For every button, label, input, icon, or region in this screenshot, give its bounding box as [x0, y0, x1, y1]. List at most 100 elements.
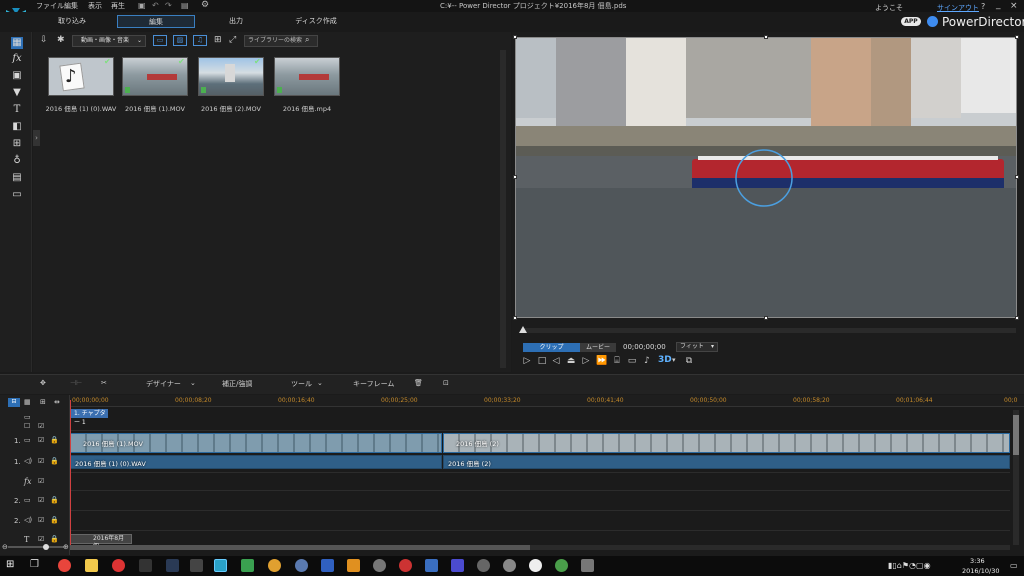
- audio-clip-2[interactable]: 2016 佃島 (2): [443, 455, 1010, 469]
- app-icon[interactable]: [503, 559, 516, 572]
- audio-mixing-icon[interactable]: ⊞: [11, 138, 23, 150]
- notification-icon[interactable]: ▭: [1010, 561, 1018, 570]
- app-badge[interactable]: APP: [901, 17, 921, 26]
- 3d-mode-button[interactable]: 3D: [658, 355, 672, 365]
- app-icon[interactable]: [321, 559, 334, 572]
- track-enable-checkbox[interactable]: ☑: [38, 436, 44, 444]
- close-button[interactable]: ×: [1010, 1, 1018, 11]
- library-item-video-2[interactable]: ✔: [198, 57, 264, 96]
- library-item-audio[interactable]: ♪ ✔: [48, 57, 114, 96]
- lock-icon[interactable]: 🔒: [50, 457, 59, 465]
- preview-quality-icon[interactable]: ▭: [627, 356, 637, 366]
- file-explorer-icon[interactable]: [85, 559, 98, 572]
- settings-gear-icon[interactable]: ⚙: [201, 0, 209, 10]
- save-icon[interactable]: ▣: [138, 1, 146, 10]
- next-frame-icon[interactable]: ▷: [581, 356, 591, 366]
- particle-room-icon[interactable]: ▼: [11, 87, 23, 99]
- title-room-icon[interactable]: T: [11, 104, 23, 116]
- app-icon[interactable]: [555, 559, 568, 572]
- track-enable-checkbox[interactable]: ☑: [38, 457, 44, 465]
- resize-handle[interactable]: [513, 175, 517, 179]
- timeline-zoom-slider[interactable]: [8, 546, 64, 548]
- tab-capture[interactable]: 取り込み: [36, 15, 108, 28]
- timecode-display[interactable]: 00;00;00;00: [623, 343, 666, 351]
- fix-enhance-button[interactable]: 補正/強調: [222, 379, 252, 389]
- app-icon[interactable]: [425, 559, 438, 572]
- taskbar-clock-time[interactable]: 3:36: [970, 557, 985, 565]
- resize-handle[interactable]: [764, 316, 768, 320]
- chapter-room-icon[interactable]: ▤: [11, 172, 23, 184]
- snapshot-camera-icon[interactable]: ⌸: [612, 356, 622, 366]
- app-icon[interactable]: [241, 559, 254, 572]
- app-icon[interactable]: [295, 559, 308, 572]
- undo-icon[interactable]: ↶: [152, 1, 159, 10]
- app-icon[interactable]: [399, 559, 412, 572]
- chapter-marker[interactable]: 1. チャプター 1: [71, 409, 108, 426]
- search-icon[interactable]: ⌕: [305, 35, 309, 45]
- storyboard-view-icon[interactable]: ▦: [24, 398, 31, 406]
- app-icon[interactable]: [581, 559, 594, 572]
- import-media-icon[interactable]: ⇩: [40, 35, 48, 45]
- volume-icon[interactable]: ♪: [642, 356, 652, 366]
- transition-room-icon[interactable]: ◧: [11, 121, 23, 133]
- previous-frame-icon[interactable]: ◁: [551, 356, 561, 366]
- track-enable-checkbox[interactable]: ☑: [38, 516, 44, 524]
- fast-forward-icon[interactable]: ⏩: [596, 356, 607, 366]
- menu-view[interactable]: 表示: [88, 1, 102, 11]
- app-icon[interactable]: [112, 559, 125, 572]
- tray-icons[interactable]: ▮▯⌂⚑◔▢◉: [888, 561, 931, 570]
- timeline-view-icon[interactable]: ⊟: [8, 398, 20, 407]
- lock-icon[interactable]: 🔒: [50, 516, 59, 524]
- lock-icon[interactable]: 🔒: [50, 436, 59, 444]
- media-room-icon[interactable]: ▦: [11, 37, 23, 49]
- track-enable-checkbox[interactable]: ☑: [38, 477, 44, 485]
- help-button[interactable]: ?: [981, 2, 985, 11]
- resize-handle[interactable]: [513, 35, 517, 39]
- keyframe-button[interactable]: キーフレーム: [353, 379, 394, 389]
- windows-start-icon[interactable]: ⊞: [6, 559, 14, 570]
- resize-handle[interactable]: [1015, 175, 1019, 179]
- track-enable-checkbox[interactable]: ☑: [38, 535, 44, 543]
- app-icon[interactable]: [373, 559, 386, 572]
- more-features-icon[interactable]: ⊡: [443, 379, 449, 387]
- pip-room-icon[interactable]: ▣: [11, 70, 23, 82]
- app-icon[interactable]: [451, 559, 464, 572]
- plugins-icon[interactable]: ✱: [57, 35, 65, 45]
- redo-icon[interactable]: ↷: [165, 1, 172, 10]
- library-scrollbar[interactable]: [500, 50, 506, 368]
- app-icon[interactable]: [190, 559, 203, 572]
- chevron-down-icon[interactable]: ⌄: [317, 379, 323, 387]
- audio-filter-icon[interactable]: ♫: [193, 35, 207, 46]
- taskbar-clock-date[interactable]: 2016/10/30: [962, 567, 999, 575]
- video-clip-2[interactable]: 2016 佃島 (2): [443, 433, 1010, 453]
- split-scissors-icon[interactable]: ✂: [101, 379, 107, 387]
- scrub-knob[interactable]: [519, 326, 527, 333]
- chevron-down-icon[interactable]: ▾: [672, 356, 676, 364]
- library-item-video-3[interactable]: [274, 57, 340, 96]
- movie-mode-button[interactable]: ムービー: [580, 343, 616, 352]
- designer-button[interactable]: デザイナー: [146, 379, 181, 389]
- preview-scrub-bar[interactable]: [522, 328, 1016, 333]
- menu-file[interactable]: ファイル: [36, 1, 64, 11]
- subtitle-room-icon[interactable]: ▭: [11, 189, 23, 201]
- effects-room-icon[interactable]: fx: [11, 53, 23, 65]
- resize-handle[interactable]: [513, 316, 517, 320]
- track-enable-checkbox[interactable]: ☑: [38, 496, 44, 504]
- resize-handle[interactable]: [1015, 35, 1019, 39]
- tab-edit[interactable]: 編集: [117, 15, 195, 28]
- tab-disc[interactable]: ディスク作成: [278, 15, 354, 28]
- library-item-video-1[interactable]: ✔: [122, 57, 188, 96]
- lock-icon[interactable]: 🔒: [50, 535, 59, 543]
- menu-playback[interactable]: 再生: [111, 1, 125, 11]
- menu-edit[interactable]: 編集: [64, 1, 78, 11]
- video-filter-icon[interactable]: ▭: [153, 35, 167, 46]
- library-filter-dropdown[interactable]: 動画・画像・音楽 ⌄: [72, 35, 146, 47]
- stop-icon[interactable]: □: [537, 356, 547, 366]
- layout-icon[interactable]: ▤: [181, 1, 189, 10]
- audio-clip-1[interactable]: 2016 佃島 (1) (0).WAV: [70, 455, 442, 469]
- video-clip-1[interactable]: 2016 佃島 (1).MOV: [70, 433, 442, 453]
- app-icon[interactable]: [139, 559, 152, 572]
- delete-trash-icon[interactable]: 🗑: [414, 379, 423, 387]
- chrome-icon[interactable]: [58, 559, 71, 572]
- lock-icon[interactable]: 🔒: [50, 496, 59, 504]
